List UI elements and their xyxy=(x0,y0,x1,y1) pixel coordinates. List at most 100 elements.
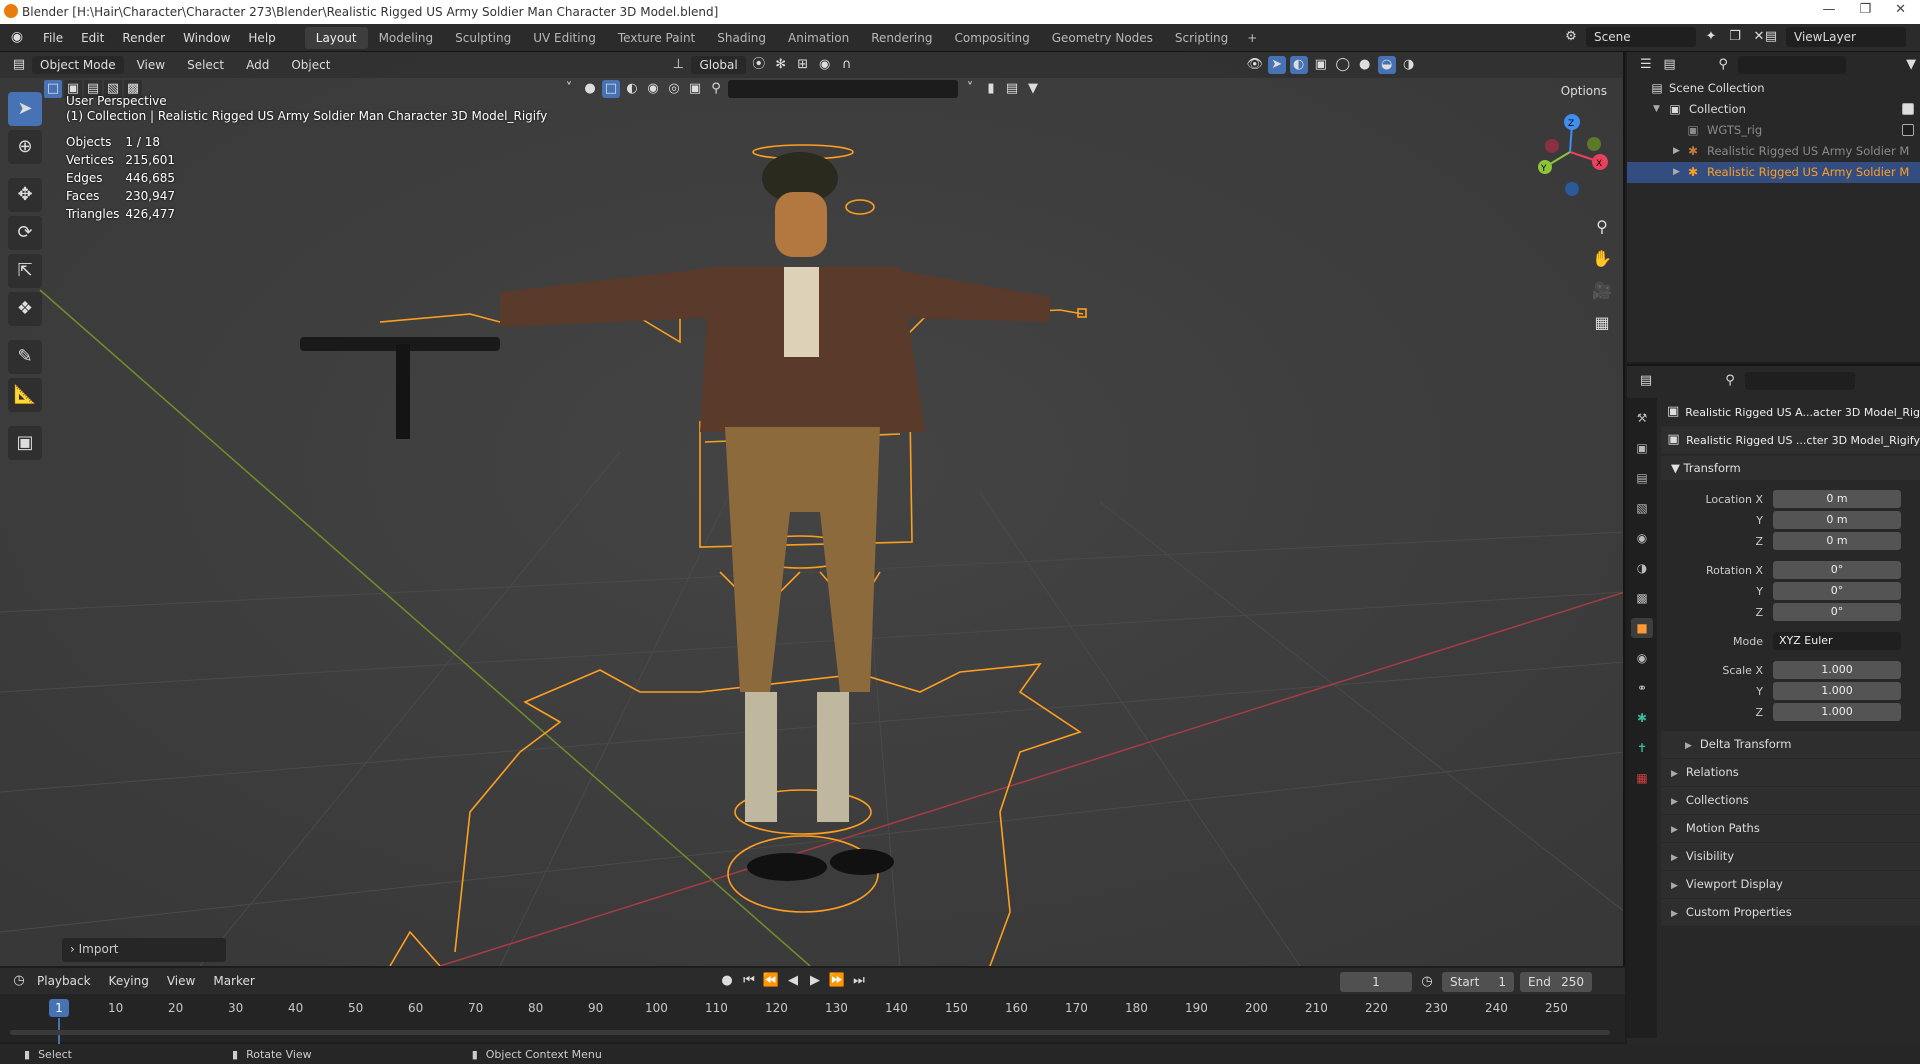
current-frame-indicator[interactable]: 1 xyxy=(49,999,69,1017)
tab-sculpting[interactable]: Sculpting xyxy=(444,27,522,49)
transform-tool-icon[interactable]: ❖ xyxy=(8,292,42,326)
play-icon[interactable]: ▶ xyxy=(806,972,824,990)
viewport-search-input[interactable] xyxy=(728,80,958,98)
end-frame-field[interactable]: End 250 xyxy=(1520,972,1592,992)
view-layer-field[interactable]: ViewLayer xyxy=(1786,27,1906,47)
object-browse-icon[interactable]: ▣ xyxy=(1667,431,1680,449)
menu-marker[interactable]: Marker xyxy=(204,972,263,990)
scene-tab-icon[interactable]: ◉ xyxy=(1631,528,1653,548)
tab-shading[interactable]: Shading xyxy=(706,27,777,49)
texture-tab-icon[interactable]: ▦ xyxy=(1631,768,1653,788)
output-tab-icon[interactable]: ▤ xyxy=(1631,468,1653,488)
camera-filter-icon[interactable]: ▣ xyxy=(686,80,704,98)
tab-uv-editing[interactable]: UV Editing xyxy=(522,27,607,49)
menu-add[interactable]: Add xyxy=(237,56,278,74)
options-dropdown[interactable]: Options xyxy=(1553,82,1615,100)
properties-search-input[interactable] xyxy=(1745,372,1855,390)
bookmark-icon[interactable]: ▮ xyxy=(982,80,1000,98)
transform-panel-header[interactable]: ▼ Transform xyxy=(1661,456,1920,480)
properties-editor-icon[interactable]: ▤ xyxy=(1637,372,1655,390)
constraint-tab-icon[interactable]: ⚭ xyxy=(1631,678,1653,698)
snap-icon[interactable]: ✻ xyxy=(772,56,790,74)
scale-tool-icon[interactable]: ⇱ xyxy=(8,254,42,288)
clock-icon[interactable]: ◷ xyxy=(1418,973,1436,991)
timeline-scrollbar[interactable] xyxy=(10,1030,1610,1035)
add-cube-tool-icon[interactable]: ▣ xyxy=(8,426,42,460)
rotation-y-field[interactable]: 0° xyxy=(1773,582,1901,600)
pivot-icon[interactable]: ⦿ xyxy=(750,56,768,74)
pan-hand-icon[interactable]: ✋ xyxy=(1589,246,1615,272)
add-workspace-icon[interactable]: + xyxy=(1239,27,1265,49)
tab-compositing[interactable]: Compositing xyxy=(943,27,1040,49)
grid-view-icon[interactable]: ▦ xyxy=(1589,310,1615,336)
layers-icon[interactable]: ▤ xyxy=(1003,80,1021,98)
tool-tab-icon[interactable]: ⚒ xyxy=(1631,408,1653,428)
render-tab-icon[interactable]: ▣ xyxy=(1631,438,1653,458)
frame-ruler[interactable]: 1 10 20 30 40 50 60 70 80 90 100 110 120… xyxy=(0,998,1625,1022)
menu-file[interactable]: File xyxy=(34,28,72,48)
properties-editor[interactable]: ▤ ⚲ ⚒ ▣ ▤ ▧ ◉ ◑ ▩ ■ ◉ ⚭ ✱ ✝ ▦ ▣ Realisti… xyxy=(1627,364,1920,1044)
new-scene-icon[interactable]: ❐ xyxy=(1726,28,1744,46)
custom-properties-panel[interactable]: ▶ Custom Properties xyxy=(1661,899,1920,926)
object-name-field[interactable]: Realistic Rigged US ...cter 3D Model_Rig… xyxy=(1686,434,1920,447)
last-operator-panel[interactable]: › Import xyxy=(62,938,226,962)
timeline-editor-icon[interactable]: ◷ xyxy=(10,972,28,990)
jump-keyframe-back-icon[interactable]: ⏪ xyxy=(762,972,780,990)
gizmo-toggle-icon[interactable]: ➤ xyxy=(1267,56,1286,74)
minimize-icon[interactable]: — xyxy=(1822,2,1835,17)
menu-edit[interactable]: Edit xyxy=(72,28,113,48)
select-box-tool-icon[interactable]: ➤ xyxy=(8,92,42,126)
interaction-mode-dropdown[interactable]: Object Mode xyxy=(32,56,124,74)
3d-viewport[interactable]: X Y Z ▤ Object Mode View Select Add Obje… xyxy=(0,52,1625,966)
orientation-dropdown[interactable]: Global xyxy=(691,56,746,74)
location-z-field[interactable]: 0 m xyxy=(1773,532,1901,550)
menu-help[interactable]: Help xyxy=(239,28,284,48)
tab-modeling[interactable]: Modeling xyxy=(368,27,445,49)
light-filter-icon[interactable]: ◉ xyxy=(644,80,662,98)
close-icon[interactable]: ✕ xyxy=(1895,2,1906,17)
timeline-editor[interactable]: ◷ Playback Keying View Marker ● ⏮ ⏪ ◀ ▶ … xyxy=(0,968,1625,1044)
outliner-row-scene-collection[interactable]: ▤ Scene Collection xyxy=(1627,78,1920,99)
collections-panel[interactable]: ▶ Collections xyxy=(1661,787,1920,814)
location-x-field[interactable]: 0 m xyxy=(1773,490,1901,508)
zoom-icon[interactable]: ⚲ xyxy=(1589,214,1615,240)
scale-y-field[interactable]: 1.000 xyxy=(1773,682,1901,700)
expand-icon[interactable]: ▶ xyxy=(1673,162,1680,183)
modifier-tab-icon[interactable]: ◉ xyxy=(1631,648,1653,668)
tab-layout[interactable]: Layout xyxy=(304,26,368,49)
material-preview-icon[interactable]: ◒ xyxy=(1377,56,1396,74)
collection-tab-icon[interactable]: ▩ xyxy=(1631,588,1653,608)
visibility-panel[interactable]: ▶ Visibility xyxy=(1661,843,1920,870)
outliner-row-armature-1[interactable]: ▶ ✱ Realistic Rigged US Army Soldier M xyxy=(1627,141,1920,162)
color-filter-icon[interactable]: ● xyxy=(581,80,599,98)
wireframe-shading-icon[interactable]: ◯ xyxy=(1334,56,1352,74)
overlay-toggle-icon[interactable]: ◐ xyxy=(1289,56,1308,74)
menu-select[interactable]: Select xyxy=(178,56,233,74)
expand-icon[interactable]: ▶ xyxy=(1673,141,1680,162)
jump-end-icon[interactable]: ⏭ xyxy=(850,972,868,990)
menu-timeline-view[interactable]: View xyxy=(158,972,204,990)
wgts-checkbox[interactable] xyxy=(1902,124,1914,136)
move-tool-icon[interactable]: ✥ xyxy=(8,178,42,212)
xray-icon[interactable]: ▣ xyxy=(1312,56,1330,74)
maximize-icon[interactable]: ❐ xyxy=(1859,2,1871,17)
blender-menu-icon[interactable]: ◉ xyxy=(8,29,26,47)
dropdown-arrow-icon[interactable]: ˅ xyxy=(560,80,578,98)
collapse-icon[interactable]: ˅ xyxy=(961,80,979,98)
proportional-edit-icon[interactable]: ◉ xyxy=(816,56,834,74)
annotate-tool-icon[interactable]: ✎ xyxy=(8,340,42,374)
tab-scripting[interactable]: Scripting xyxy=(1164,27,1239,49)
outliner[interactable]: ☰ ▤ ⚲ ▼ ▤ Scene Collection ▼ ▣ Collectio… xyxy=(1627,52,1920,362)
sphere-filter-icon[interactable]: ◐ xyxy=(623,80,641,98)
delta-transform-panel[interactable]: ▶ Delta Transform xyxy=(1661,731,1920,758)
outliner-search-input[interactable] xyxy=(1738,56,1847,74)
tab-geometry-nodes[interactable]: Geometry Nodes xyxy=(1041,27,1164,49)
solid-shading-icon[interactable]: ● xyxy=(1356,56,1374,74)
visibility-icon[interactable]: 👁 xyxy=(1246,56,1264,74)
view-layer-tab-icon[interactable]: ▧ xyxy=(1631,498,1653,518)
object-data-tab-icon[interactable]: ✱ xyxy=(1631,708,1653,728)
rendered-shading-icon[interactable]: ◑ xyxy=(1400,56,1418,74)
world-filter-icon[interactable]: ◎ xyxy=(665,80,683,98)
relations-panel[interactable]: ▶ Relations xyxy=(1661,759,1920,786)
start-frame-field[interactable]: Start 1 xyxy=(1442,972,1514,992)
